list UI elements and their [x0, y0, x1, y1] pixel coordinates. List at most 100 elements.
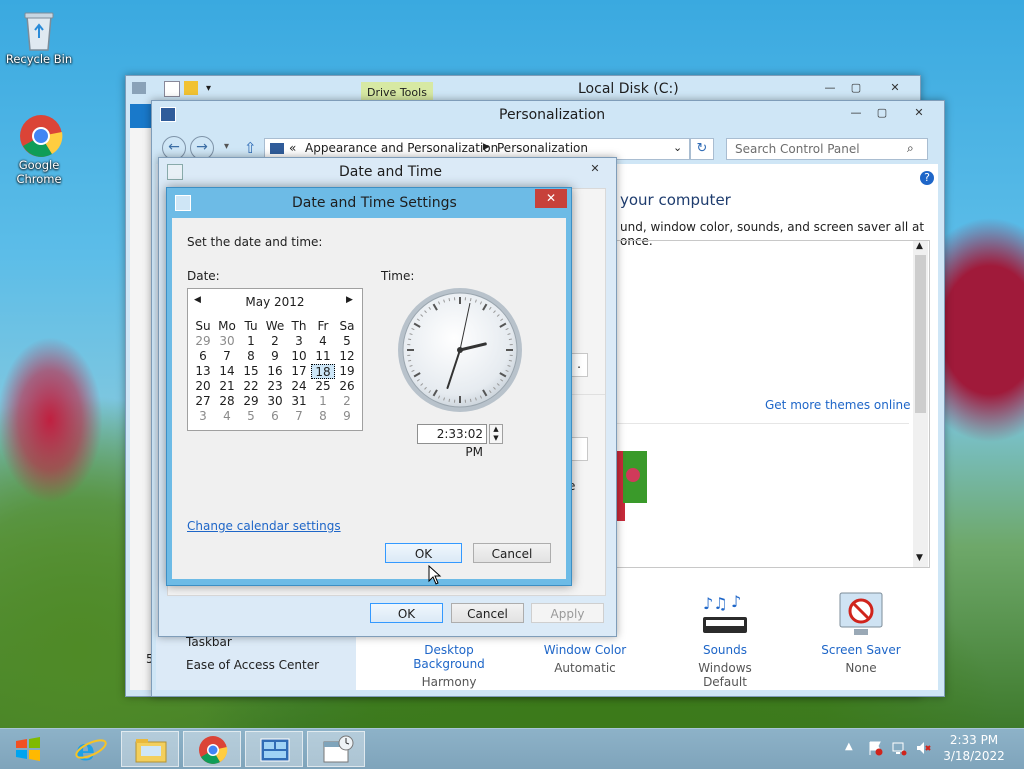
- calendar-day[interactable]: 31: [287, 394, 311, 409]
- ok-button[interactable]: OK: [370, 603, 443, 623]
- calendar-day[interactable]: 6: [263, 409, 287, 424]
- calendar-day[interactable]: 2: [263, 334, 287, 349]
- calendar-day[interactable]: 4: [215, 409, 239, 424]
- breadcrumb-overflow[interactable]: «: [289, 141, 296, 155]
- desktop-icon-recycle-bin[interactable]: Recycle Bin: [1, 8, 77, 66]
- calendar-day[interactable]: 21: [215, 379, 239, 394]
- calendar[interactable]: ◀ May 2012 ▶ SuMoTuWeThFrSa2930123456789…: [187, 288, 363, 431]
- themes-scrollbar[interactable]: ▲ ▼: [913, 241, 928, 567]
- taskbar-clock[interactable]: 2:33 PM 3/18/2022: [942, 733, 1006, 763]
- maximize-button[interactable]: ▢: [844, 79, 868, 96]
- calendar-month-header[interactable]: May 2012: [188, 295, 362, 309]
- time-spinner[interactable]: ▲ ▼: [489, 424, 503, 444]
- calendar-day[interactable]: 25: [311, 379, 335, 394]
- taskbar-date-time[interactable]: [307, 731, 365, 767]
- ok-button[interactable]: OK: [385, 543, 462, 563]
- calendar-day[interactable]: 10: [287, 349, 311, 364]
- calendar-day[interactable]: 2: [335, 394, 359, 409]
- calendar-day[interactable]: 1: [311, 394, 335, 409]
- calendar-day[interactable]: 19: [335, 364, 359, 379]
- calendar-day[interactable]: 8: [239, 349, 263, 364]
- time-up-icon[interactable]: ▲: [490, 425, 502, 434]
- taskbar-chrome[interactable]: [183, 731, 241, 767]
- calendar-day[interactable]: 17: [287, 364, 311, 379]
- calendar-day[interactable]: 27: [191, 394, 215, 409]
- folder-icon[interactable]: [184, 81, 198, 95]
- action-center-flag-icon[interactable]: [867, 740, 883, 756]
- show-hidden-icons-icon[interactable]: ▲: [845, 741, 853, 752]
- address-dropdown-icon[interactable]: ⌄: [673, 141, 682, 154]
- cancel-button[interactable]: Cancel: [451, 603, 524, 623]
- calendar-day[interactable]: 20: [191, 379, 215, 394]
- apply-button[interactable]: Apply: [531, 603, 604, 623]
- time-input[interactable]: 2:33:02 PM: [417, 424, 487, 444]
- network-icon[interactable]: [891, 740, 907, 756]
- calendar-day[interactable]: 1: [239, 334, 263, 349]
- change-time-button[interactable]: [570, 437, 588, 461]
- close-button[interactable]: ✕: [535, 189, 567, 208]
- themes-list[interactable]: ▲ ▼ Get more themes online: [616, 240, 930, 568]
- see-also-taskbar[interactable]: Taskbar: [186, 635, 232, 649]
- calendar-day[interactable]: 30: [215, 334, 239, 349]
- calendar-day[interactable]: 9: [335, 409, 359, 424]
- time-down-icon[interactable]: ▼: [490, 434, 502, 443]
- taskbar-control-panel[interactable]: [245, 731, 303, 767]
- calendar-day[interactable]: 30: [263, 394, 287, 409]
- recent-pages-icon[interactable]: ▾: [224, 141, 229, 152]
- calendar-day[interactable]: 29: [239, 394, 263, 409]
- taskbar-file-explorer[interactable]: [121, 731, 179, 767]
- scroll-down-icon[interactable]: ▼: [916, 553, 923, 563]
- calendar-day[interactable]: 15: [239, 364, 263, 379]
- search-input[interactable]: Search Control Panel ⌕: [726, 138, 928, 160]
- calendar-day[interactable]: 14: [215, 364, 239, 379]
- calendar-day[interactable]: 7: [215, 349, 239, 364]
- desktop-background-item[interactable]: Desktop Background Harmony: [389, 643, 509, 689]
- scroll-up-icon[interactable]: ▲: [916, 241, 923, 251]
- calendar-day[interactable]: 6: [191, 349, 215, 364]
- taskbar-internet-explorer[interactable]: e: [62, 731, 120, 767]
- calendar-day[interactable]: 18: [311, 364, 335, 379]
- get-more-themes-link[interactable]: Get more themes online: [765, 398, 911, 412]
- minimize-button[interactable]: —: [818, 79, 842, 96]
- minimize-button[interactable]: —: [844, 104, 868, 121]
- close-button[interactable]: ✕: [904, 104, 934, 121]
- change-timezone-button[interactable]: .: [570, 353, 588, 377]
- calendar-day[interactable]: 13: [191, 364, 215, 379]
- calendar-day[interactable]: 9: [263, 349, 287, 364]
- window-color-item[interactable]: Window Color Automatic: [530, 643, 640, 675]
- close-button[interactable]: ✕: [878, 79, 912, 96]
- change-calendar-settings-link[interactable]: Change calendar settings: [187, 519, 341, 533]
- calendar-day[interactable]: 7: [287, 409, 311, 424]
- quick-access-dropdown-icon[interactable]: ▾: [206, 83, 211, 94]
- help-icon[interactable]: ?: [920, 171, 934, 185]
- screen-saver-item[interactable]: Screen Saver None: [816, 591, 906, 675]
- next-month-icon[interactable]: ▶: [346, 295, 353, 305]
- calendar-day[interactable]: 26: [335, 379, 359, 394]
- up-arrow-icon[interactable]: ⇧: [244, 139, 257, 157]
- calendar-day[interactable]: 3: [287, 334, 311, 349]
- volume-muted-icon[interactable]: [915, 740, 931, 756]
- see-also-ease-of-access[interactable]: Ease of Access Center: [186, 658, 319, 672]
- cancel-button[interactable]: Cancel: [473, 543, 551, 563]
- breadcrumb-item-appearance[interactable]: Appearance and Personalization: [305, 141, 498, 155]
- calendar-day[interactable]: 29: [191, 334, 215, 349]
- breadcrumb-item-personalization[interactable]: Personalization: [497, 141, 588, 155]
- calendar-day[interactable]: 16: [263, 364, 287, 379]
- calendar-day[interactable]: 3: [191, 409, 215, 424]
- start-button[interactable]: [2, 731, 54, 767]
- calendar-day[interactable]: 28: [215, 394, 239, 409]
- calendar-day[interactable]: 5: [335, 334, 359, 349]
- calendar-day[interactable]: 11: [311, 349, 335, 364]
- maximize-button[interactable]: ▢: [870, 104, 894, 121]
- calendar-day[interactable]: 4: [311, 334, 335, 349]
- calendar-day[interactable]: 23: [263, 379, 287, 394]
- calendar-day[interactable]: 22: [239, 379, 263, 394]
- calendar-day[interactable]: 12: [335, 349, 359, 364]
- desktop-icon-chrome[interactable]: Google Chrome: [1, 114, 77, 186]
- calendar-day[interactable]: 8: [311, 409, 335, 424]
- refresh-icon[interactable]: ↻: [690, 138, 714, 160]
- properties-icon[interactable]: [164, 81, 180, 97]
- calendar-day[interactable]: 24: [287, 379, 311, 394]
- sounds-item[interactable]: ♪♫ ♪ Sounds Windows Default: [676, 591, 774, 689]
- scrollbar-thumb[interactable]: [915, 255, 926, 413]
